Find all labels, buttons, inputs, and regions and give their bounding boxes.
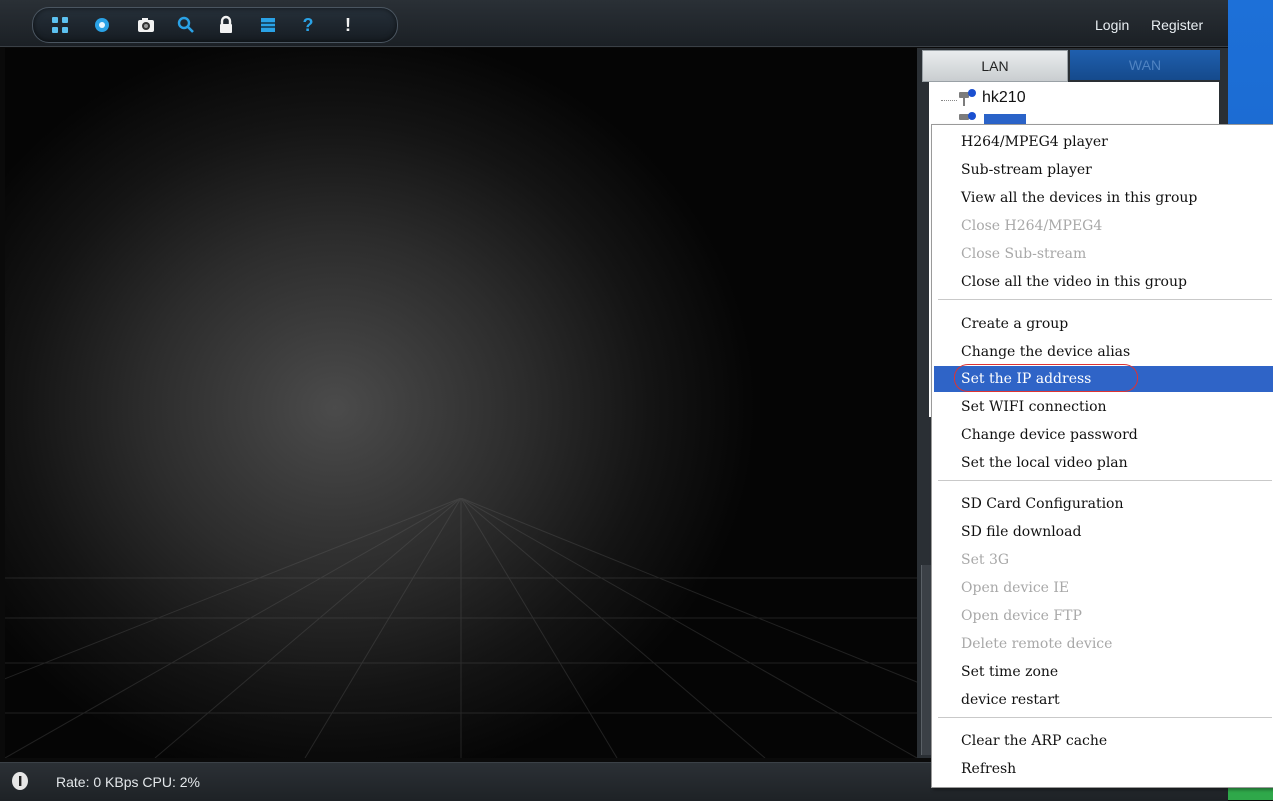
layout-icon[interactable]: [255, 12, 281, 38]
menu-item-change-password[interactable]: Change device password: [934, 422, 1273, 448]
selected-device-label: [984, 114, 1026, 124]
menu-item-open-ftp[interactable]: Open device FTP: [934, 603, 1273, 629]
menu-item-device-restart[interactable]: device restart: [934, 687, 1273, 713]
menu-item-close-substream[interactable]: Close Sub-stream: [934, 241, 1273, 267]
menu-item-close-h264[interactable]: Close H264/MPEG4: [934, 213, 1273, 239]
menu-item-close-group-video[interactable]: Close all the video in this group: [934, 269, 1273, 295]
login-link[interactable]: Login: [1095, 17, 1129, 33]
ip-camera-icon: [959, 112, 976, 120]
menu-item-substream-player[interactable]: Sub-stream player: [934, 157, 1273, 183]
toolbar: ? !: [32, 7, 398, 43]
camera-icon[interactable]: [133, 12, 159, 38]
menu-item-open-ie[interactable]: Open device IE: [934, 575, 1273, 601]
menu-item-set-3g[interactable]: Set 3G: [934, 547, 1273, 573]
menu-item-change-alias[interactable]: Change the device alias: [934, 339, 1273, 365]
status-info-icon: [12, 772, 28, 790]
menu-item-create-group[interactable]: Create a group: [934, 311, 1273, 337]
record-icon[interactable]: [89, 12, 115, 38]
menu-item-set-wifi[interactable]: Set WIFI connection: [934, 394, 1273, 420]
info-icon[interactable]: !: [335, 12, 361, 38]
lock-icon[interactable]: [213, 12, 239, 38]
floor-grid: [5, 498, 917, 758]
tab-wan[interactable]: WAN: [1070, 50, 1220, 80]
annotation-circle: [954, 364, 1138, 392]
device-item-selected[interactable]: [958, 112, 1028, 124]
context-menu: H264/MPEG4 player Sub-stream player View…: [931, 124, 1273, 788]
menu-item-h264-player[interactable]: H264/MPEG4 player: [934, 129, 1273, 155]
menu-separator: [938, 480, 1272, 481]
menu-separator: [938, 717, 1272, 718]
menu-item-delete-remote[interactable]: Delete remote device: [934, 631, 1273, 657]
menu-item-sd-download[interactable]: SD file download: [934, 519, 1273, 545]
menu-item-refresh[interactable]: Refresh: [934, 756, 1273, 782]
ip-camera-icon: [959, 89, 976, 106]
search-icon[interactable]: [173, 12, 199, 38]
tree-connector: [941, 100, 957, 102]
menu-item-clear-arp[interactable]: Clear the ARP cache: [934, 728, 1273, 754]
video-display[interactable]: [5, 48, 917, 758]
fullscreen-icon[interactable]: [47, 12, 73, 38]
device-item[interactable]: hk210: [958, 89, 1026, 107]
status-text: Rate: 0 KBps CPU: 2%: [56, 774, 200, 790]
tab-lan[interactable]: LAN: [922, 50, 1068, 82]
menu-item-set-time-zone[interactable]: Set time zone: [934, 659, 1273, 685]
menu-item-sd-card-config[interactable]: SD Card Configuration: [934, 491, 1273, 517]
help-icon[interactable]: ?: [295, 12, 321, 38]
menu-item-view-group-devices[interactable]: View all the devices in this group: [934, 185, 1273, 211]
menu-item-video-plan[interactable]: Set the local video plan: [934, 450, 1273, 476]
menu-separator: [938, 299, 1272, 300]
register-link[interactable]: Register: [1151, 17, 1203, 33]
top-bar: ? ! Login Register: [0, 0, 1228, 47]
device-name: hk210: [982, 89, 1026, 106]
